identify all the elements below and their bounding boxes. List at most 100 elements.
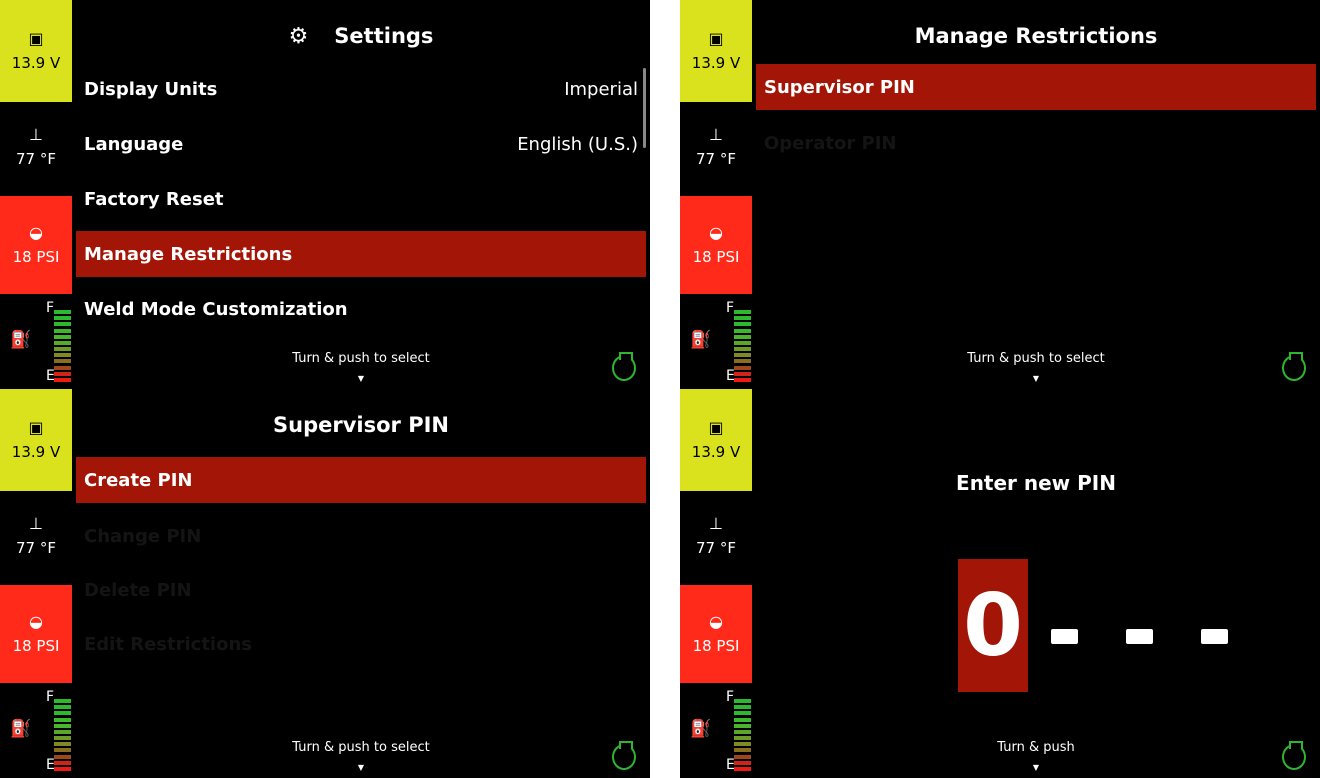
enter-pin-screen: ▣ 13.9 V ⊥ 77 °F ◒ 18 PSI F E ⛽ Enter ne…	[680, 389, 1320, 778]
battery-icon: ▣	[708, 418, 724, 437]
fuel-bar-segment	[54, 736, 71, 741]
fuel-bar-segment	[734, 328, 751, 333]
coolant-temp-icon: ⊥	[709, 125, 723, 144]
scrollbar[interactable]	[643, 68, 646, 148]
temperature-value: 77 °F	[696, 150, 736, 168]
gear-icon: ⚙	[288, 24, 309, 49]
fuel-bar-segment	[54, 359, 71, 364]
temperature-value: 77 °F	[696, 539, 736, 557]
instruction-hint: Turn & push to select	[292, 351, 430, 366]
fuel-full-label: F	[726, 689, 735, 705]
fuel-bar-segment	[54, 748, 71, 753]
battery-icon: ▣	[28, 29, 44, 48]
fuel-bar-segment	[54, 310, 71, 314]
oil-pressure-value: 18 PSI	[12, 637, 60, 655]
status-sidebar: ▣ 13.9 V ⊥ 77 °F ◒ 18 PSI F E ⛽	[680, 389, 752, 778]
temperature-tile: ⊥ 77 °F	[0, 491, 72, 581]
menu-item-edit-restrictions[interactable]: Edit Restrictions	[76, 621, 646, 667]
oil-pressure-value: 18 PSI	[12, 248, 60, 266]
fuel-gauge: F E ⛽	[680, 685, 752, 778]
battery-icon: ▣	[28, 418, 44, 437]
fuel-bar-segment	[734, 705, 751, 710]
menu-item-factory-reset[interactable]: Factory Reset	[76, 176, 646, 222]
fuel-bar-segment	[734, 322, 751, 327]
page-title: Supervisor PIN	[273, 413, 449, 437]
fuel-bar-segment	[734, 729, 751, 734]
fuel-gauge: F E ⛽	[0, 685, 72, 778]
battery-tile: ▣ 13.9 V	[0, 0, 72, 102]
menu-item-manage-restrictions[interactable]: Manage Restrictions	[76, 231, 646, 277]
instruction-hint: Turn & push to select	[292, 740, 430, 755]
temperature-tile: ⊥ 77 °F	[680, 491, 752, 581]
pin-digit-3-placeholder[interactable]	[1126, 629, 1153, 644]
fuel-bar-segment	[734, 766, 751, 771]
menu-item-weld-mode-customization[interactable]: Weld Mode Customization	[76, 286, 646, 332]
fuel-bar-segment	[734, 316, 751, 321]
menu-item-supervisor-pin[interactable]: Supervisor PIN	[756, 64, 1316, 110]
display-units-value: Imperial	[564, 78, 638, 100]
fuel-bar-segment	[54, 377, 71, 382]
fuel-bar-segment	[734, 742, 751, 747]
fuel-bar-segment	[734, 353, 751, 358]
fuel-pump-icon: ⛽	[10, 330, 32, 350]
fuel-bar-segment	[54, 711, 71, 716]
battery-tile: ▣ 13.9 V	[680, 389, 752, 491]
control-knob-icon	[1282, 741, 1306, 770]
manage-restrictions-screen: ▣ 13.9 V ⊥ 77 °F ◒ 18 PSI F E ⛽ Manage R…	[680, 0, 1320, 389]
temperature-tile: ⊥ 77 °F	[0, 102, 72, 192]
fuel-bar-segment	[734, 334, 751, 339]
coolant-temp-icon: ⊥	[29, 514, 43, 533]
menu-item-delete-pin[interactable]: Delete PIN	[76, 567, 646, 613]
battery-voltage: 13.9 V	[11, 443, 61, 461]
fuel-bar-segment	[54, 316, 71, 321]
fuel-bar-segment	[54, 371, 71, 376]
fuel-bar-segment	[734, 711, 751, 716]
fuel-bar-segment	[54, 729, 71, 734]
supervisor-pin-screen: ▣ 13.9 V ⊥ 77 °F ◒ 18 PSI F E ⛽ Supervis…	[0, 389, 650, 778]
pin-digit-1[interactable]: 0	[958, 559, 1028, 692]
fuel-gauge: F E ⛽	[0, 296, 72, 389]
temperature-value: 77 °F	[16, 150, 56, 168]
status-sidebar: ▣ 13.9 V ⊥ 77 °F ◒ 18 PSI F E ⛽	[0, 389, 72, 778]
chevron-down-icon: ▼	[1032, 763, 1040, 772]
chevron-down-icon: ▼	[357, 374, 365, 383]
pin-digit-4-placeholder[interactable]	[1201, 629, 1228, 644]
menu-item-change-pin[interactable]: Change PIN	[76, 513, 646, 559]
battery-tile: ▣ 13.9 V	[0, 389, 72, 491]
instruction-hint: Turn & push	[997, 740, 1075, 755]
menu-item-create-pin[interactable]: Create PIN	[76, 457, 646, 503]
fuel-full-label: F	[726, 300, 735, 316]
battery-tile: ▣ 13.9 V	[680, 0, 752, 102]
fuel-bar-segment	[54, 340, 71, 345]
status-sidebar: ▣ 13.9 V ⊥ 77 °F ◒ 18 PSI F E ⛽	[0, 0, 72, 389]
oil-pressure-tile: ◒ 18 PSI	[0, 196, 72, 294]
fuel-bar-segment	[734, 748, 751, 753]
page-title: Enter new PIN	[956, 471, 1116, 495]
oil-pressure-value: 18 PSI	[692, 248, 740, 266]
fuel-bar-segment	[54, 365, 71, 370]
instruction-hint: Turn & push to select	[967, 351, 1105, 366]
fuel-bar-segment	[734, 371, 751, 376]
menu-item-display-units[interactable]: Display Units Imperial	[76, 66, 646, 112]
page-title: ⚙ Settings	[288, 24, 434, 49]
menu-item-operator-pin[interactable]: Operator PIN	[756, 120, 1316, 166]
menu-item-language[interactable]: Language English (U.S.)	[76, 121, 646, 167]
fuel-gauge: F E ⛽	[680, 296, 752, 389]
fuel-full-label: F	[46, 689, 55, 705]
language-value: English (U.S.)	[517, 133, 638, 155]
control-knob-icon	[1282, 352, 1306, 381]
fuel-bar-segment	[734, 340, 751, 345]
fuel-bar-segment	[54, 766, 71, 771]
oil-pressure-tile: ◒ 18 PSI	[0, 585, 72, 683]
fuel-bar-segment	[734, 754, 751, 759]
fuel-level-bars	[734, 310, 751, 382]
settings-main: ⚙ Settings Display Units Imperial Languag…	[72, 0, 650, 389]
control-knob-icon	[612, 741, 636, 770]
fuel-bar-segment	[734, 347, 751, 352]
fuel-level-bars	[54, 310, 71, 382]
coolant-temp-icon: ⊥	[29, 125, 43, 144]
pin-digit-2-placeholder[interactable]	[1051, 629, 1078, 644]
fuel-bar-segment	[734, 365, 751, 370]
chevron-down-icon: ▼	[1032, 374, 1040, 383]
fuel-bar-segment	[54, 699, 71, 703]
